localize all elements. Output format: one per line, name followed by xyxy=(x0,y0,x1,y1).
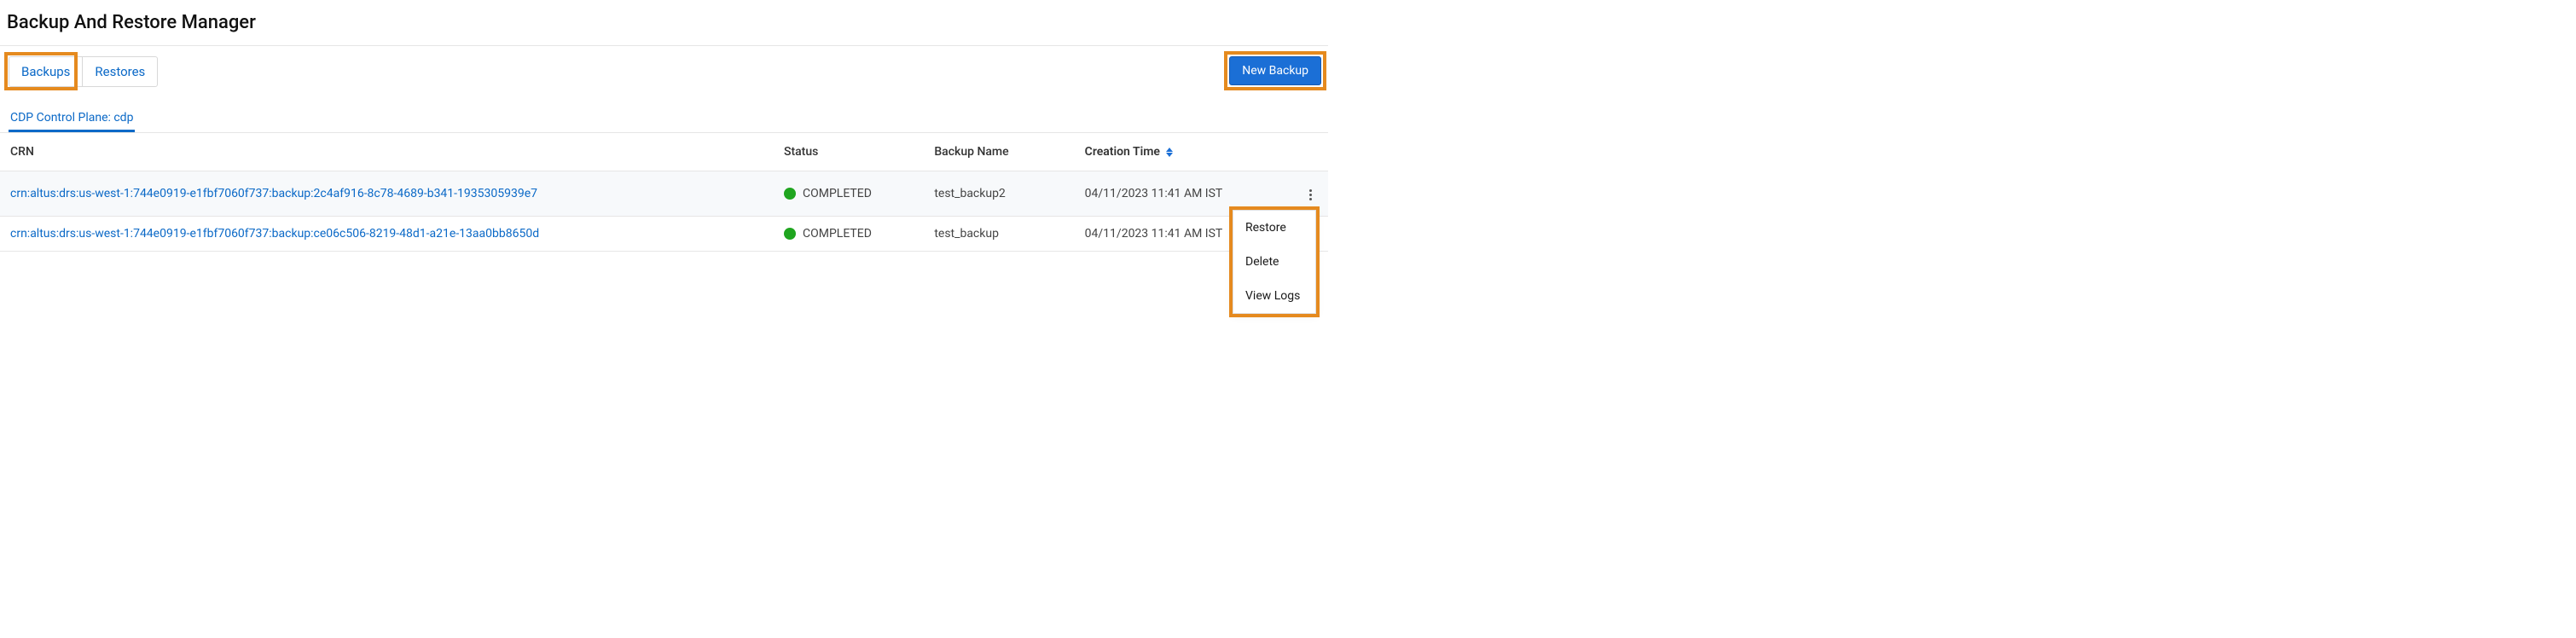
tab-backups[interactable]: Backups xyxy=(9,57,82,86)
creation-time: 04/11/2023 11:41 AM IST xyxy=(1085,187,1223,200)
menu-item-delete[interactable]: Delete xyxy=(1233,245,1315,279)
menu-item-view-logs[interactable]: View Logs xyxy=(1233,279,1315,313)
backup-name: test_backup2 xyxy=(934,187,1005,200)
row-actions-menu-button[interactable] xyxy=(1303,184,1318,206)
menu-item-restore[interactable]: Restore xyxy=(1233,211,1315,245)
status-text: COMPLETED xyxy=(803,187,872,200)
col-header-time-label: Creation Time xyxy=(1085,145,1160,159)
backups-table: CRN Status Backup Name Creation Time crn… xyxy=(0,133,1328,252)
status-dot-icon xyxy=(784,228,796,240)
col-header-status[interactable]: Status xyxy=(774,133,924,171)
sort-icon xyxy=(1166,148,1173,157)
col-header-actions xyxy=(1290,133,1328,171)
table-row: crn:altus:drs:us-west-1:744e0919-e1fbf70… xyxy=(0,171,1328,217)
backup-name: test_backup xyxy=(934,227,999,241)
status-dot-icon xyxy=(784,188,796,200)
row-actions-menu: Restore Delete View Logs xyxy=(1233,210,1316,314)
new-backup-button[interactable]: New Backup xyxy=(1229,56,1321,85)
col-header-name[interactable]: Backup Name xyxy=(924,133,1074,171)
crn-link[interactable]: crn:altus:drs:us-west-1:744e0919-e1fbf70… xyxy=(10,187,537,200)
primary-tabs: Backups Restores xyxy=(9,56,158,87)
page-title: Backup And Restore Manager xyxy=(0,0,1328,45)
scope-tabs: CDP Control Plane: cdp xyxy=(0,107,135,132)
scope-tab-cdp[interactable]: CDP Control Plane: cdp xyxy=(9,106,135,132)
tab-restores[interactable]: Restores xyxy=(82,57,157,86)
col-header-crn[interactable]: CRN xyxy=(0,133,774,171)
creation-time: 04/11/2023 11:41 AM IST xyxy=(1085,227,1223,241)
status-text: COMPLETED xyxy=(803,227,872,241)
col-header-time[interactable]: Creation Time xyxy=(1075,133,1290,171)
table-row: crn:altus:drs:us-west-1:744e0919-e1fbf70… xyxy=(0,217,1328,252)
crn-link[interactable]: crn:altus:drs:us-west-1:744e0919-e1fbf70… xyxy=(10,227,539,241)
